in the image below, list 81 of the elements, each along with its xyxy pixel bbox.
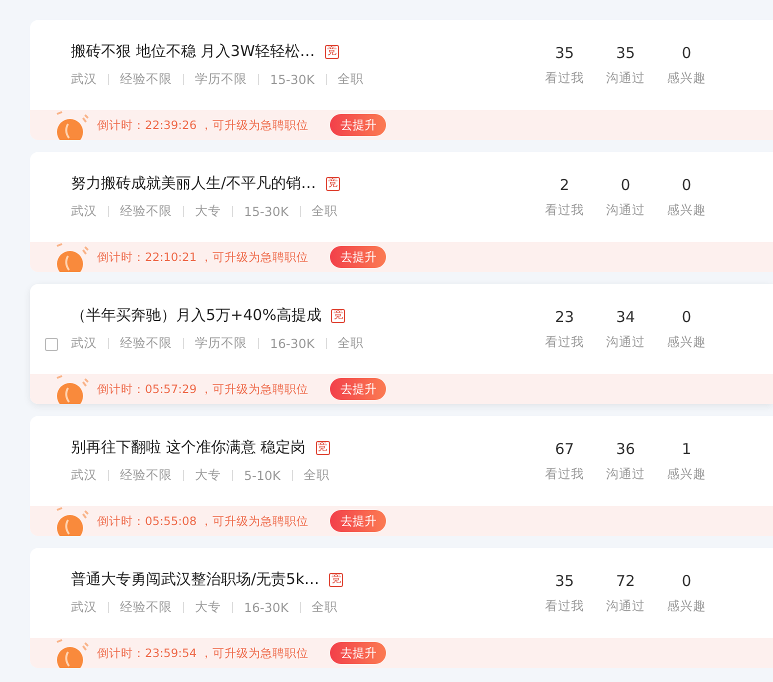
- stat-label: 看过我: [545, 70, 584, 86]
- job-tag: 经验不限: [120, 71, 172, 88]
- job-card[interactable]: （半年买奔驰）月入5万+40%高提成 竞 武汉 经验不限 学历不限 16-30K 全职 23 看过我 34 沟通过 0 感兴趣 倒计时：05:57:29 ，可升级为急聘职位 去提升: [30, 284, 773, 404]
- stat-label: 感兴趣: [667, 466, 706, 482]
- job-tag: 大专: [195, 203, 221, 220]
- stat-value: 67: [554, 440, 574, 458]
- stat-value: 0: [620, 176, 630, 194]
- alarm-clock-icon: [54, 242, 90, 272]
- job-tag: 全职: [312, 599, 338, 616]
- stat-value: 34: [616, 308, 636, 326]
- job-tag: 学历不限: [195, 335, 247, 352]
- job-title[interactable]: 别再往下翻啦 这个准你满意 稳定岗: [71, 438, 306, 457]
- stat-label: 感兴趣: [667, 202, 706, 218]
- countdown-text: 倒计时：05:57:29 ，可升级为急聘职位: [97, 382, 308, 396]
- job-tag: 大专: [195, 467, 221, 484]
- job-tag: 经验不限: [120, 599, 172, 616]
- stat-value: 2: [560, 176, 570, 194]
- countdown-text: 倒计时：23:59:54 ，可升级为急聘职位: [97, 646, 308, 660]
- job-tag: 大专: [195, 599, 221, 616]
- stat-label: 看过我: [545, 598, 584, 614]
- job-title[interactable]: 搬砖不狠 地位不稳 月入3W轻轻松…: [71, 42, 315, 61]
- job-tag: 武汉: [71, 599, 97, 616]
- stat-value: 1: [682, 440, 692, 458]
- job-card[interactable]: 努力搬砖成就美丽人生/不平凡的销… 竞 武汉 经验不限 大专 15-30K 全职 2 看过我 0 沟通过 0 感兴趣 倒计时：22:10:21 ，可升级为急聘职位 去提升: [30, 152, 773, 272]
- bid-badge: 竞: [324, 44, 339, 58]
- stat-label: 沟通过: [606, 70, 645, 86]
- stat-label: 感兴趣: [667, 70, 706, 86]
- job-tag: 经验不限: [120, 203, 172, 220]
- stat-label: 感兴趣: [667, 334, 706, 350]
- stat-value: 0: [682, 572, 692, 590]
- alarm-clock-icon: [54, 374, 90, 404]
- job-card[interactable]: 别再往下翻啦 这个准你满意 稳定岗 竞 武汉 经验不限 大专 5-10K 全职 67 看过我 36 沟通过 1 感兴趣 倒计时：05:55:08 ，可升级为急聘职位 去提升: [30, 416, 773, 536]
- stat-value: 35: [616, 44, 636, 62]
- job-tag: 武汉: [71, 71, 97, 88]
- job-tag: 经验不限: [120, 467, 172, 484]
- countdown-text: 倒计时：05:55:08 ，可升级为急聘职位: [97, 514, 308, 528]
- job-tag: 全职: [312, 203, 338, 220]
- job-title[interactable]: （半年买奔驰）月入5万+40%高提成: [71, 306, 322, 325]
- stat-label: 沟通过: [606, 202, 645, 218]
- stat-value: 0: [682, 44, 692, 62]
- countdown-text: 倒计时：22:39:26 ，可升级为急聘职位: [97, 118, 308, 132]
- job-title[interactable]: 普通大专勇闯武汉整治职场/无责5k…: [71, 570, 320, 589]
- job-card[interactable]: 搬砖不狠 地位不稳 月入3W轻轻松… 竞 武汉 经验不限 学历不限 15-30K 全职 35 看过我 35 沟通过 0 感兴趣 倒计时：22:39:26 ，可升级为急聘职位 去提升: [30, 20, 773, 140]
- job-tag: 15-30K: [244, 204, 289, 219]
- stat-value: 36: [616, 440, 636, 458]
- alarm-clock-icon: [54, 638, 90, 668]
- stat-value: 72: [616, 572, 636, 590]
- job-tag: 5-10K: [244, 468, 281, 483]
- stat-value: 0: [682, 176, 692, 194]
- stat-value: 0: [682, 308, 692, 326]
- job-tag: 全职: [304, 467, 330, 484]
- bid-badge: 竞: [316, 440, 330, 454]
- job-tag: 学历不限: [195, 71, 247, 88]
- bid-badge: 竞: [331, 308, 346, 322]
- stat-label: 感兴趣: [667, 598, 706, 614]
- countdown-text: 倒计时：22:10:21 ，可升级为急聘职位: [97, 250, 308, 264]
- job-tag: 武汉: [71, 467, 97, 484]
- job-tag: 全职: [338, 71, 364, 88]
- job-tag: 16-30K: [270, 336, 315, 351]
- job-card[interactable]: 普通大专勇闯武汉整治职场/无责5k… 竞 武汉 经验不限 大专 16-30K 全职 35 看过我 72 沟通过 0 感兴趣 倒计时：23:59:54 ，可升级为急聘职位 去提升: [30, 548, 773, 668]
- stat-label: 沟通过: [606, 334, 645, 350]
- stat-label: 看过我: [545, 334, 584, 350]
- stat-value: 35: [554, 44, 574, 62]
- job-tag: 武汉: [71, 203, 97, 220]
- stat-value: 35: [554, 572, 574, 590]
- job-tag: 经验不限: [120, 335, 172, 352]
- stat-label: 沟通过: [606, 466, 645, 482]
- alarm-clock-icon: [54, 110, 90, 140]
- job-tag: 全职: [338, 335, 364, 352]
- stat-label: 沟通过: [606, 598, 645, 614]
- job-tag: 15-30K: [270, 72, 315, 87]
- job-tag: 16-30K: [244, 600, 289, 615]
- select-checkbox[interactable]: [45, 338, 58, 351]
- bid-badge: 竞: [329, 572, 344, 586]
- bid-badge: 竞: [326, 176, 340, 190]
- stat-label: 看过我: [545, 202, 584, 218]
- alarm-clock-icon: [54, 506, 90, 536]
- job-tag: 武汉: [71, 335, 97, 352]
- stat-value: 23: [554, 308, 574, 326]
- job-title[interactable]: 努力搬砖成就美丽人生/不平凡的销…: [71, 174, 316, 193]
- stat-label: 看过我: [545, 466, 584, 482]
